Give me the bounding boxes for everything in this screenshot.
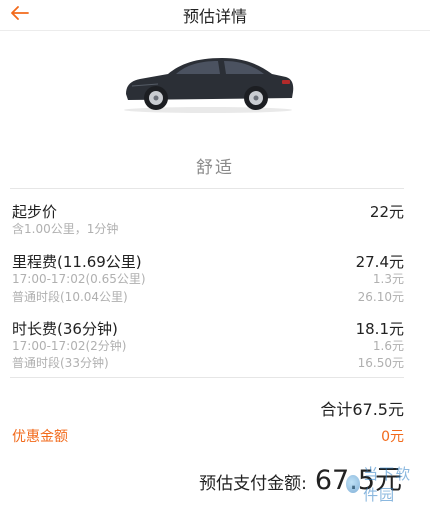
mileage-fee-row: 里程费(11.69公里) 27.4元 (12, 251, 404, 272)
watermark: 当下软件园 (346, 465, 426, 504)
duration-fee-row: 时长费(36分钟) 18.1元 (12, 318, 404, 339)
mileage-detail-amount: 1.3元 (372, 272, 404, 286)
base-fare-label: 起步价 (12, 203, 58, 221)
duration-fee-amount: 18.1元 (355, 320, 404, 338)
mileage-fee-label: 里程费(11.69公里) (12, 253, 142, 271)
mileage-detail-label: 17:00-17:02(0.65公里) (12, 272, 146, 286)
estimated-payment-colon: : (301, 474, 307, 494)
base-fare-note: 含1.00公里，1分钟 (12, 222, 119, 236)
discount-row: 优惠金额 0元 (12, 426, 404, 446)
divider (10, 377, 404, 378)
mileage-fee-amount: 27.4元 (355, 253, 404, 271)
duration-detail-row: 普通时段(33分钟) 16.50元 (12, 354, 404, 371)
discount-value: 0元 (381, 429, 404, 445)
duration-detail-label: 普通时段(33分钟) (12, 356, 109, 370)
base-fare-row: 起步价 22元 (12, 201, 404, 222)
duration-fee-label: 时长费(36分钟) (12, 320, 118, 338)
duration-detail-row: 17:00-17:02(2分钟) 1.6元 (12, 337, 404, 354)
divider (10, 188, 404, 189)
top-bar: 预估详情 (0, 0, 430, 31)
sedan-car-icon (124, 58, 294, 113)
watermark-logo-icon (346, 475, 361, 493)
discount-label: 优惠金额 (12, 429, 68, 445)
watermark-text: 当下软件园 (363, 465, 412, 504)
total-amount: 合计67.5元 (320, 400, 404, 419)
base-fare-note-row: 含1.00公里，1分钟 (12, 220, 404, 237)
duration-detail-label: 17:00-17:02(2分钟) (12, 339, 127, 353)
duration-detail-amount: 16.50元 (357, 356, 404, 370)
base-fare-amount: 22元 (369, 203, 404, 221)
mileage-detail-row: 17:00-17:02(0.65公里) 1.3元 (12, 270, 404, 287)
page-title: 预估详情 (182, 7, 247, 26)
estimated-payment-label: 预估支付金额 (199, 474, 302, 494)
duration-detail-amount: 1.6元 (372, 339, 404, 353)
mileage-detail-amount: 26.10元 (357, 290, 404, 304)
car-type-label: 舒适 (196, 158, 234, 178)
mileage-detail-label: 普通时段(10.04公里) (12, 290, 128, 304)
mileage-detail-row: 普通时段(10.04公里) 26.10元 (12, 288, 404, 305)
